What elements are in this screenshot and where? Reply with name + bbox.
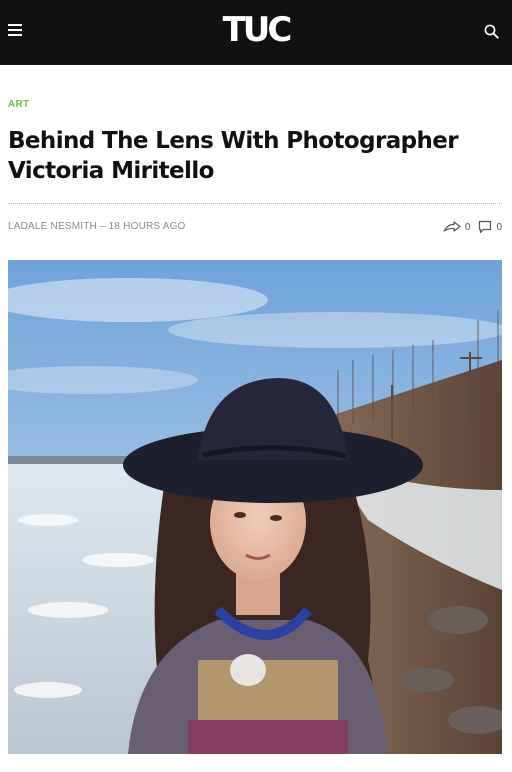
hero-photo-illustration <box>8 260 502 754</box>
comment-count[interactable]: 0 <box>478 220 502 234</box>
share-count-value: 0 <box>464 221 471 233</box>
article-title: Behind The Lens With Photographer Victor… <box>8 128 459 184</box>
comment-icon <box>479 220 492 234</box>
share-count[interactable]: 0 <box>443 221 471 233</box>
search-icon[interactable] <box>484 24 499 39</box>
category-link[interactable]: ART <box>8 99 29 110</box>
share-icon <box>443 221 461 232</box>
byline-separator: – <box>99 221 106 232</box>
article-stats: 0 0 <box>443 219 502 235</box>
site-logo[interactable]: TUC <box>214 12 298 48</box>
author-link[interactable]: LADALE NESMITH <box>8 221 97 232</box>
article-byline: LADALE NESMITH – 18 HOURS AGO <box>8 221 186 235</box>
publish-time: 18 HOURS AGO <box>108 221 186 232</box>
hero-photo[interactable] <box>8 260 502 754</box>
top-navigation-bar: TUC <box>0 0 512 65</box>
comment-count-value: 0 <box>496 221 502 233</box>
title-divider <box>8 203 502 204</box>
hamburger-menu-icon[interactable] <box>8 23 22 37</box>
